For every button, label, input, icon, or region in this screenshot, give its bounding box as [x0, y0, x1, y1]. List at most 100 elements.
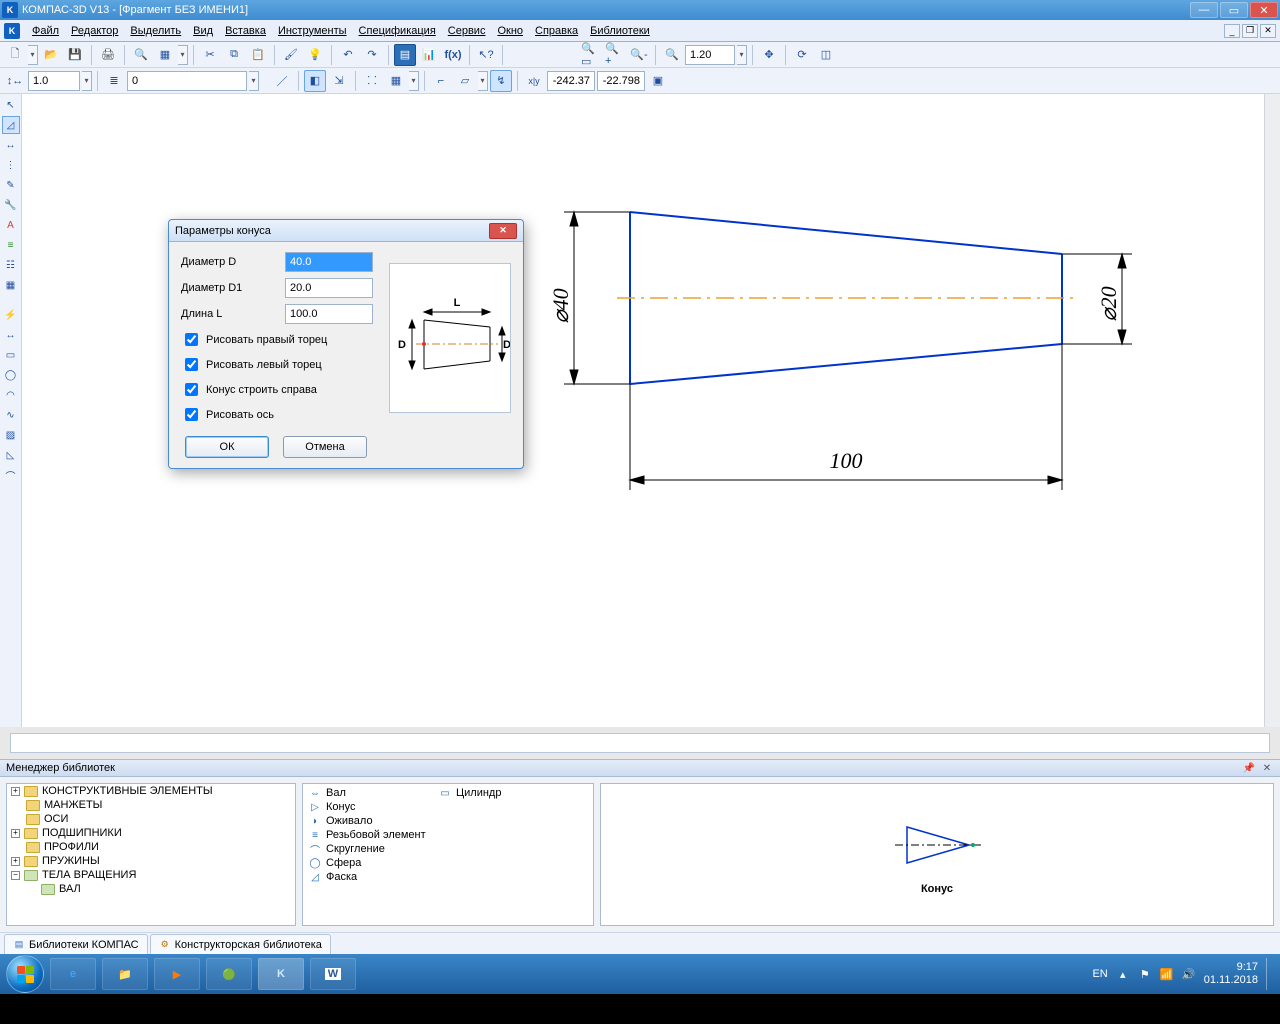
vars-button[interactable]: 📊: [418, 44, 440, 66]
menu-select[interactable]: Выделить: [124, 23, 187, 39]
check-left-face[interactable]: [185, 358, 198, 371]
mdi-restore[interactable]: ❐: [1242, 24, 1258, 38]
close-button[interactable]: ✕: [1250, 2, 1278, 18]
mdi-close[interactable]: ✕: [1260, 24, 1276, 38]
maximize-button[interactable]: ▭: [1220, 2, 1248, 18]
library-tree[interactable]: +КОНСТРУКТИВНЫЕ ЭЛЕМЕНТЫ МАНЖЕТЫ ОСИ +ПО…: [6, 783, 296, 926]
menu-service[interactable]: Сервис: [442, 23, 492, 39]
attr-copy-button[interactable]: 🖌: [280, 44, 302, 66]
linewidth-drop[interactable]: ▾: [82, 71, 92, 91]
check-draw-axis[interactable]: [185, 408, 198, 421]
list-item[interactable]: ▭Цилиндр: [435, 786, 565, 800]
drawing-canvas[interactable]: ⌀40 ⌀20 100 Параметры кон: [22, 94, 1264, 727]
auto-snap-button[interactable]: ↯: [490, 70, 512, 92]
menu-spec[interactable]: Спецификация: [353, 23, 442, 39]
cut-button[interactable]: ✂: [199, 44, 221, 66]
vtool-select[interactable]: ↖: [2, 96, 20, 114]
list-item[interactable]: ◿Фаска: [305, 870, 435, 884]
vtool-arc[interactable]: ◠: [2, 386, 20, 404]
volume-icon[interactable]: 🔊: [1182, 967, 1196, 981]
pan-button[interactable]: ✥: [758, 44, 780, 66]
tray-up-icon[interactable]: ▴: [1116, 967, 1130, 981]
vertical-scrollbar[interactable]: [1264, 94, 1280, 727]
zoom-in-button[interactable]: 🔍+: [604, 44, 626, 66]
task-explorer[interactable]: 📁: [102, 958, 148, 990]
menu-tools[interactable]: Инструменты: [272, 23, 353, 39]
menu-view[interactable]: Вид: [187, 23, 219, 39]
list-item[interactable]: ◯Сфера: [305, 856, 435, 870]
task-chrome[interactable]: 🟢: [206, 958, 252, 990]
snap-button[interactable]: ⸬: [361, 70, 383, 92]
list-item[interactable]: ▷Конус: [305, 800, 435, 814]
layer-drop[interactable]: ▾: [249, 71, 259, 91]
dialog-cancel-button[interactable]: Отмена: [283, 436, 367, 458]
vtool-insert[interactable]: ▦: [2, 276, 20, 294]
new-doc-drop[interactable]: ▾: [28, 45, 38, 65]
task-word[interactable]: W: [310, 958, 356, 990]
expand-icon[interactable]: +: [11, 829, 20, 838]
vtool-hatch[interactable]: ▨: [2, 426, 20, 444]
layer-icon[interactable]: ≣: [103, 70, 125, 92]
help-cursor-button[interactable]: ↖?: [475, 44, 497, 66]
coord-sys-button[interactable]: ↕↔: [4, 70, 26, 92]
vtool-line[interactable]: ⚡: [2, 306, 20, 324]
vtool-measure[interactable]: A: [2, 216, 20, 234]
vtool-edit[interactable]: ✎: [2, 176, 20, 194]
new-doc-button[interactable]: 🗋: [4, 44, 26, 66]
eraser-button[interactable]: ◧: [304, 70, 326, 92]
open-button[interactable]: 📂: [40, 44, 62, 66]
expand-icon[interactable]: +: [11, 787, 20, 796]
zoom-window-button[interactable]: 🔍▭: [580, 44, 602, 66]
preview-button[interactable]: 🔍: [130, 44, 152, 66]
vtool-dim[interactable]: ↔: [2, 136, 20, 154]
expand-icon[interactable]: +: [11, 857, 20, 866]
list-item[interactable]: ≡Резьбовой элемент: [305, 828, 435, 842]
undo-button[interactable]: ↶: [337, 44, 359, 66]
dialog-ok-button[interactable]: ОК: [185, 436, 269, 458]
library-manager-button[interactable]: ▤: [394, 44, 416, 66]
vtool-report[interactable]: ☷: [2, 256, 20, 274]
param-button[interactable]: ▱: [454, 70, 476, 92]
attr-brush-button[interactable]: 💡: [304, 44, 326, 66]
refresh-button[interactable]: ⟳: [791, 44, 813, 66]
vtool-hline[interactable]: ↔: [2, 326, 20, 344]
pin-icon[interactable]: 📌: [1242, 761, 1256, 775]
coord-y-input[interactable]: [597, 71, 645, 91]
coord-x-input[interactable]: [547, 71, 595, 91]
copy-button[interactable]: ⧉: [223, 44, 245, 66]
rebuild-button[interactable]: ◫: [815, 44, 837, 66]
mdi-minimize[interactable]: _: [1224, 24, 1240, 38]
vtool-rect[interactable]: ▭: [2, 346, 20, 364]
show-desktop-button[interactable]: [1266, 958, 1274, 990]
redo-button[interactable]: ↷: [361, 44, 383, 66]
minimize-button[interactable]: —: [1190, 2, 1218, 18]
tray-clock[interactable]: 9:1701.11.2018: [1204, 961, 1258, 986]
menu-help[interactable]: Справка: [529, 23, 584, 39]
zoom-fit-button[interactable]: 🔍: [661, 44, 683, 66]
vtool-param[interactable]: 🔧: [2, 196, 20, 214]
vtool-mark[interactable]: ⋮: [2, 156, 20, 174]
network-icon[interactable]: 📶: [1160, 967, 1174, 981]
save-button[interactable]: 💾: [64, 44, 86, 66]
print-button[interactable]: 🖨: [97, 44, 119, 66]
input-diameter-d1[interactable]: [285, 278, 373, 298]
coord-lock-button[interactable]: ▣: [647, 70, 669, 92]
vtool-circle[interactable]: ◯: [2, 366, 20, 384]
vtool-spline[interactable]: ∿: [2, 406, 20, 424]
zoom-value-input[interactable]: [685, 45, 735, 65]
tab-constructor-lib[interactable]: ⚙Конструкторская библиотека: [150, 934, 331, 954]
vtool-fillet[interactable]: ⌒: [2, 466, 20, 484]
layer-input[interactable]: [127, 71, 247, 91]
library-list[interactable]: ⇔Вал ▭Цилиндр ▷Конус ◗Оживало ≡Резьбовой…: [302, 783, 594, 926]
menu-edit[interactable]: Редактор: [65, 23, 124, 39]
list-item[interactable]: ◗Оживало: [305, 814, 435, 828]
task-ie[interactable]: e: [50, 958, 96, 990]
zoom-drop[interactable]: ▾: [737, 45, 747, 65]
ortho-button[interactable]: ⇲: [328, 70, 350, 92]
command-input[interactable]: [10, 733, 1270, 753]
list-item[interactable]: ⇔Вал: [305, 786, 435, 800]
grid-button[interactable]: ▦: [385, 70, 407, 92]
dialog-close-button[interactable]: ✕: [489, 223, 517, 239]
check-build-right[interactable]: [185, 383, 198, 396]
paste-button[interactable]: 📋: [247, 44, 269, 66]
